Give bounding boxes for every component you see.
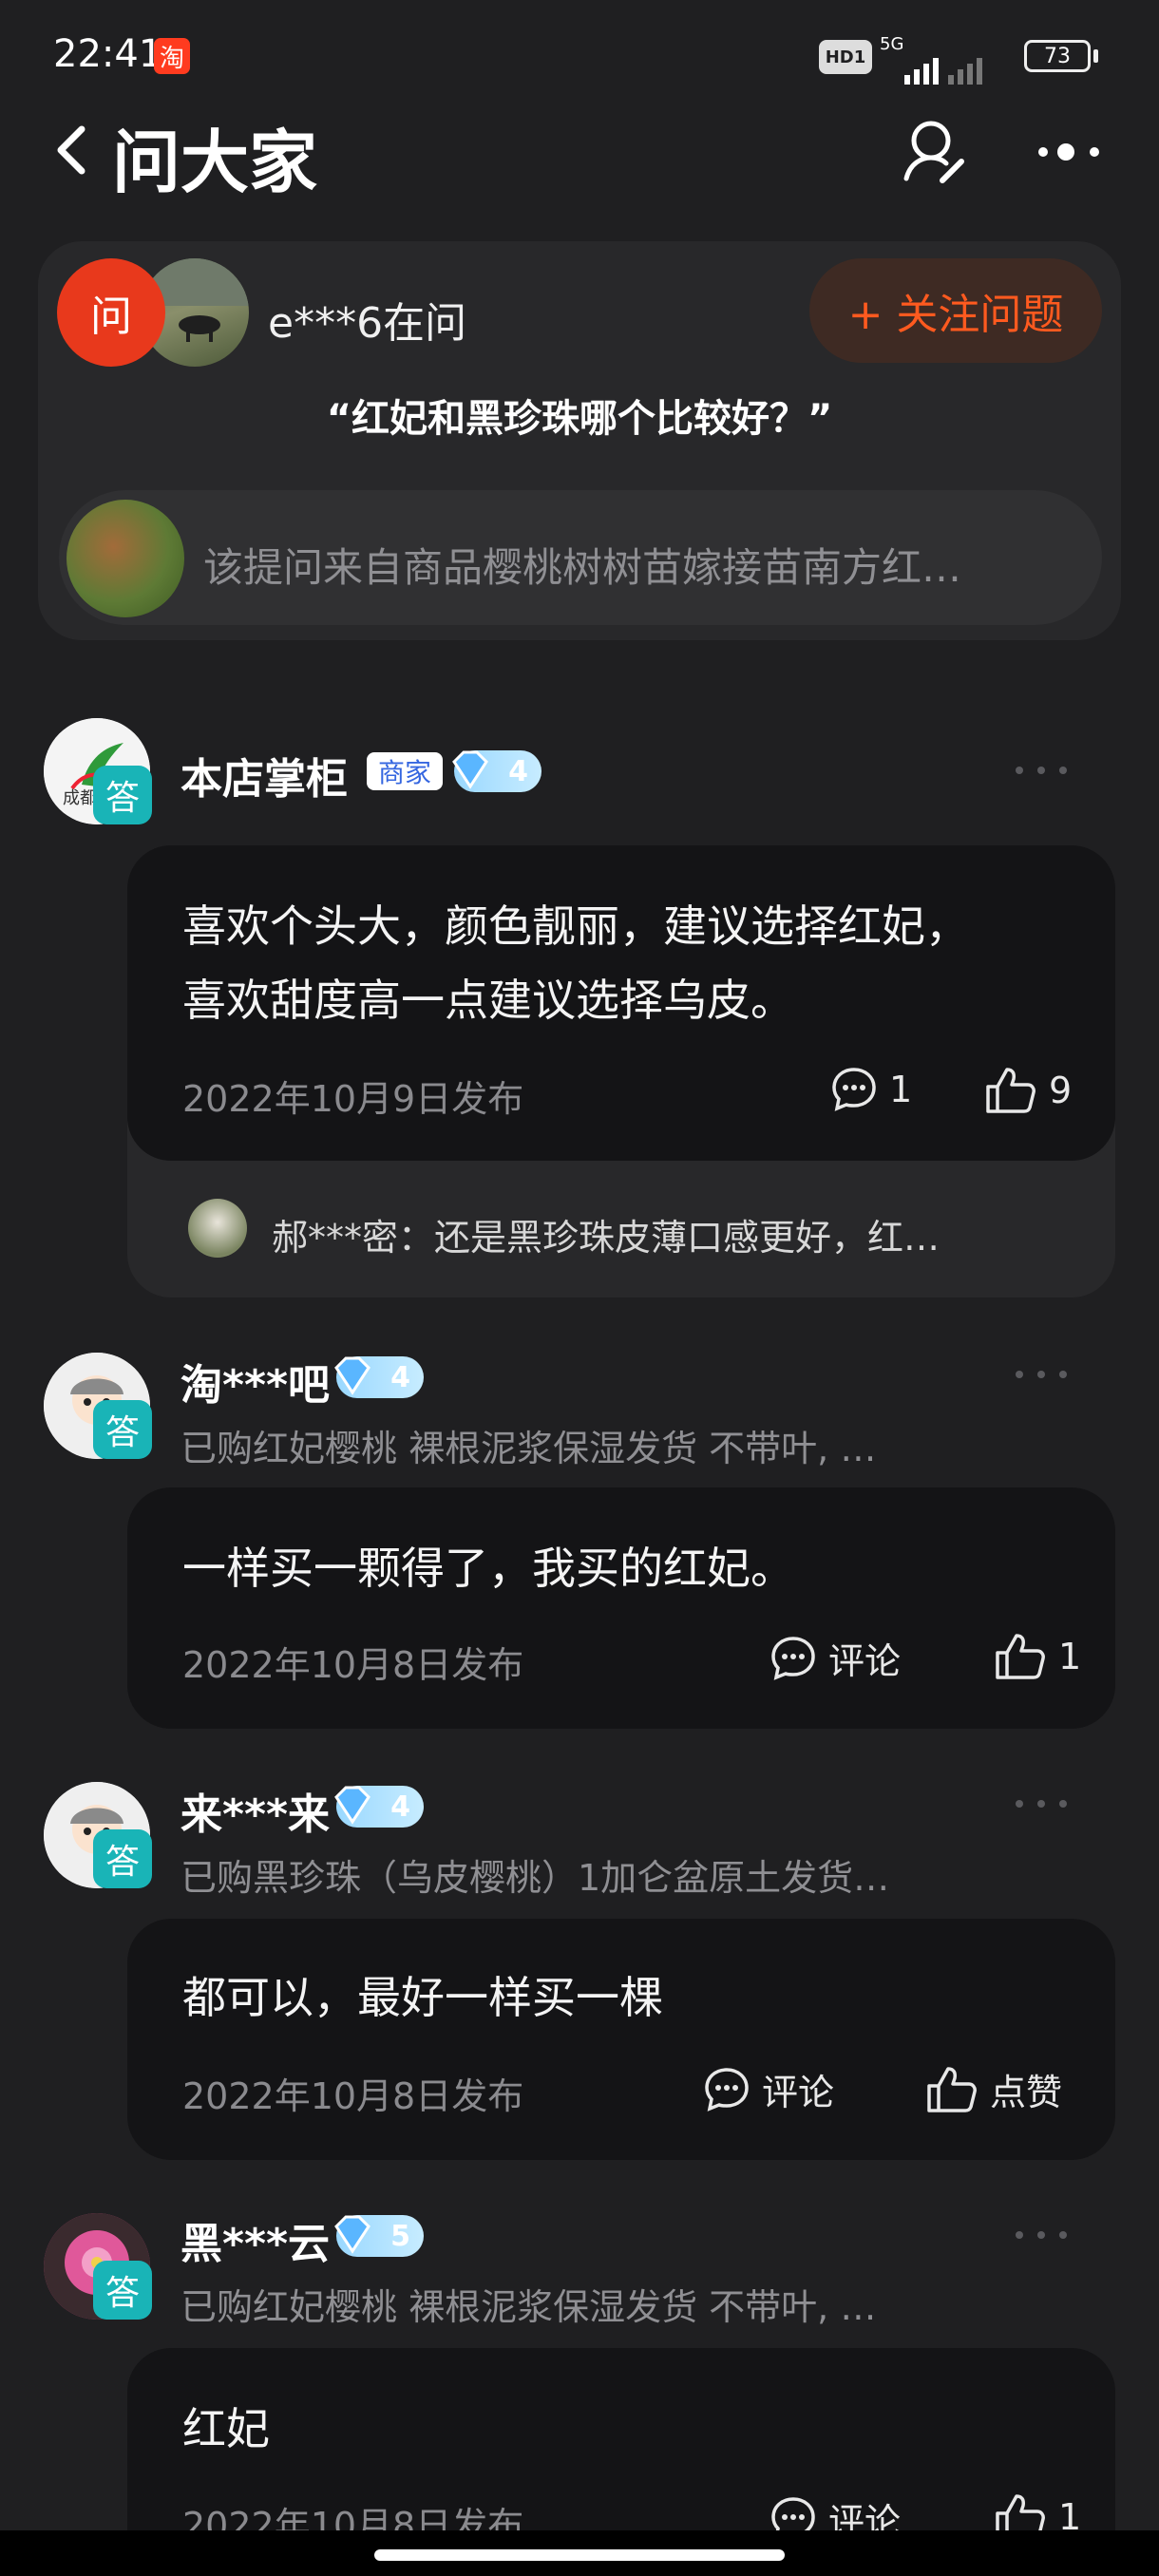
answer-text-line: 喜欢个头大，颜色靓丽，建议选择红妃， — [182, 900, 969, 952]
diamond-icon — [452, 750, 488, 789]
answer-text: 红妃 — [182, 2403, 270, 2454]
purchase-info: 已购黑珍珠（乌皮樱桃）1加仑盆原土发货… — [180, 1857, 890, 1899]
answer-bubble — [127, 1487, 1115, 1729]
thumbs-up-icon — [986, 1068, 1036, 1113]
answerer-name[interactable]: 本店掌柜 — [180, 745, 348, 805]
like-count: 9 — [1049, 1070, 1073, 1111]
answer-text: 一样买一颗得了，我买的红妃。 — [182, 1543, 794, 1594]
answer-text: 都可以，最好一样买一棵 — [182, 1972, 663, 2023]
thumbs-up-icon — [996, 1634, 1045, 1679]
answer-tag: 答 — [93, 766, 152, 824]
like-count: 1 — [1058, 1636, 1082, 1677]
user-edit-button[interactable] — [901, 116, 969, 186]
reply-text: 郝***密：还是黑珍珠皮薄口感更好，红… — [272, 1217, 940, 1259]
user-edit-icon — [903, 121, 964, 183]
level-badge: 4 — [334, 1356, 424, 1398]
status-time: 22:41 — [53, 32, 163, 76]
level-number: 4 — [390, 1790, 410, 1824]
level-badge: 5 — [334, 2215, 424, 2257]
answer-tag: 答 — [93, 1400, 152, 1459]
answerer-name[interactable]: 淘***吧 — [180, 1351, 330, 1411]
diamond-icon — [334, 1786, 370, 1825]
question-text: “红妃和黑珍珠哪个比较好？” — [326, 397, 833, 441]
svg-text:成都: 成都 — [63, 788, 97, 808]
level-number: 4 — [390, 1360, 410, 1394]
hd-icon: HD1 — [819, 40, 872, 74]
like-button[interactable]: 9 — [984, 1066, 1072, 1115]
product-thumbnail — [66, 500, 184, 617]
chevron-left-icon — [57, 125, 86, 175]
comment-button[interactable]: 1 — [830, 1066, 912, 1113]
answer-text-line: 喜欢甜度高一点建议选择乌皮。 — [182, 975, 794, 1026]
signal-icon: 5G — [880, 34, 984, 88]
level-badge: 4 — [334, 1786, 424, 1828]
more-dots-icon[interactable] — [1015, 1799, 1068, 1809]
answer-date: 2022年10月8日发布 — [182, 2075, 524, 2117]
more-dots-icon[interactable] — [1015, 2230, 1068, 2240]
comment-icon — [705, 2067, 749, 2112]
comment-button[interactable]: 评论 — [770, 1632, 901, 1684]
diamond-icon — [334, 2215, 370, 2254]
more-dots-icon[interactable] — [1015, 1370, 1068, 1379]
answer-date: 2022年10月8日发布 — [182, 1644, 524, 1686]
reply-avatar — [188, 1199, 247, 1258]
battery-icon: 73 — [1024, 40, 1091, 72]
battery-tip — [1093, 49, 1098, 63]
answer-text: 喜欢个头大，颜色靓丽，建议选择红妃， 喜欢甜度高一点建议选择乌皮。 — [182, 889, 969, 1037]
answer-date: 2022年10月9日发布 — [182, 1078, 524, 1120]
page-title: 问大家 — [112, 123, 318, 202]
comment-button[interactable]: 评论 — [703, 2063, 834, 2115]
product-source-text: 该提问来自商品樱桃树树苗嫁接苗南方红… — [203, 544, 962, 591]
status-bar: 22:41 淘 HD1 5G 73 — [0, 0, 1159, 104]
follow-question-button[interactable]: + 关注问题 — [809, 258, 1102, 363]
more-icon — [1038, 143, 1099, 161]
comment-label: 评论 — [762, 2072, 835, 2113]
network-type: 5G — [880, 34, 904, 54]
thumbs-up-icon — [927, 2066, 977, 2112]
answer-bubble — [127, 1919, 1115, 2160]
like-label: 点赞 — [990, 2072, 1063, 2113]
taobao-notification-icon: 淘 — [154, 38, 190, 74]
level-number: 4 — [508, 754, 528, 788]
level-badge: 4 — [452, 750, 542, 792]
level-number: 5 — [390, 2219, 410, 2253]
comment-count: 1 — [889, 1069, 913, 1110]
answer-tag: 答 — [93, 2261, 152, 2320]
asker-name: e***6在问 — [268, 299, 467, 348]
like-button[interactable]: 1 — [994, 1632, 1081, 1681]
answerer-name[interactable]: 来***来 — [180, 1780, 330, 1841]
home-indicator[interactable] — [374, 2549, 785, 2561]
diamond-icon — [334, 1356, 370, 1395]
comment-icon — [832, 1068, 876, 1111]
more-button[interactable] — [1036, 141, 1104, 163]
comment-label: 评论 — [828, 1640, 902, 1682]
merchant-badge: 商家 — [367, 752, 443, 790]
back-button[interactable] — [49, 116, 95, 184]
more-dots-icon[interactable] — [1015, 766, 1068, 775]
comment-icon — [771, 1636, 815, 1680]
ask-badge: 问 — [57, 258, 165, 367]
answer-tag: 答 — [93, 1829, 152, 1888]
purchase-info: 已购红妃樱桃 裸根泥浆保湿发货 不带叶, … — [180, 2286, 877, 2328]
answerer-name[interactable]: 黑***云 — [180, 2209, 330, 2270]
purchase-info: 已购红妃樱桃 裸根泥浆保湿发货 不带叶, … — [180, 1428, 877, 1469]
like-button[interactable]: 点赞 — [925, 2063, 1062, 2115]
